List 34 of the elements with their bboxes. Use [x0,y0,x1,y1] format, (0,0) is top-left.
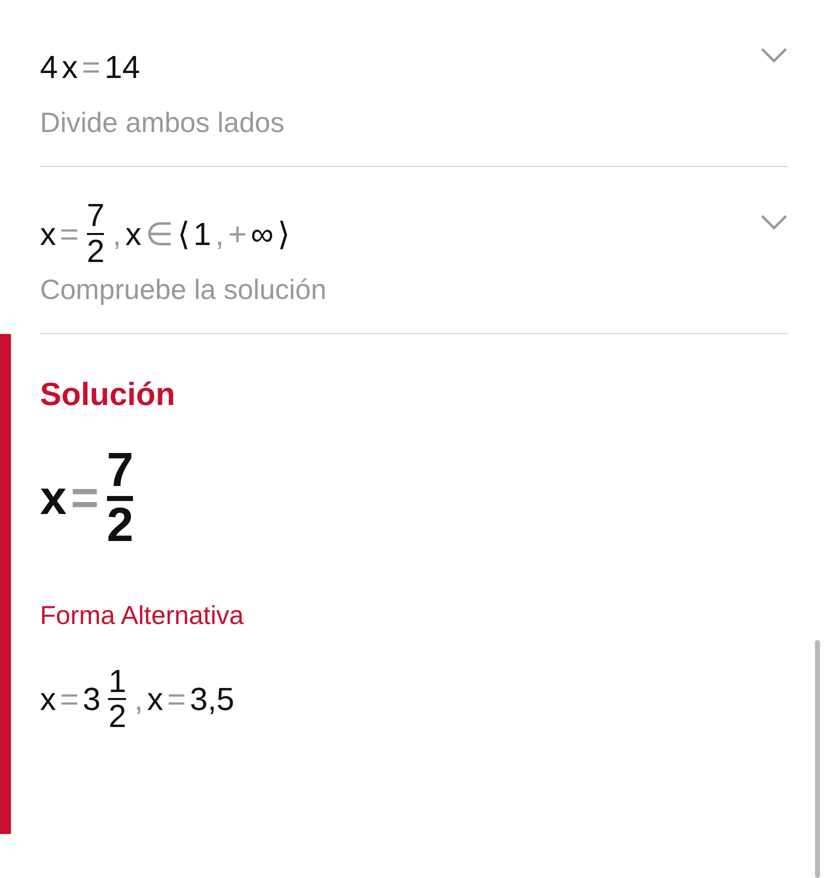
scrollbar[interactable] [815,640,820,878]
fraction: 7 2 [86,199,104,269]
math-operator: , [112,215,122,254]
math-operator: = [167,680,186,720]
math-operator: = [82,48,100,87]
math-term: 1 [193,215,212,254]
math-term: x [40,680,56,720]
math-term: x [147,680,164,720]
math-operator: , [134,680,144,720]
math-term: 14 [104,48,140,87]
math-term: 4 [40,48,58,87]
math-term: 3 [82,680,100,720]
math-term: ∞ [250,215,274,254]
math-term: x [40,215,56,254]
math-term: ⟩ [278,215,290,254]
math-operator: ∈ [145,215,174,254]
math-term: x [125,215,142,254]
math-operator: , [215,215,224,254]
fraction: 7 2 [106,446,134,552]
math-term: ⟨ [177,215,190,254]
math-operator: + [228,215,247,254]
chevron-down-icon[interactable] [760,213,788,231]
math-operator: = [60,680,79,720]
math-term: x [40,470,67,527]
math-operator: = [60,215,79,254]
math-term: 3,5 [190,680,234,720]
math-operator: = [70,470,99,527]
solution-title: Solución [40,375,176,414]
step-description: Divide ambos lados [40,106,286,140]
math-term: x [62,48,78,87]
fraction: 1 2 [108,664,126,734]
step-description: Compruebe la solución [40,273,328,307]
alternative-form-title: Forma Alternativa [40,598,245,632]
chevron-down-icon[interactable] [760,46,788,64]
